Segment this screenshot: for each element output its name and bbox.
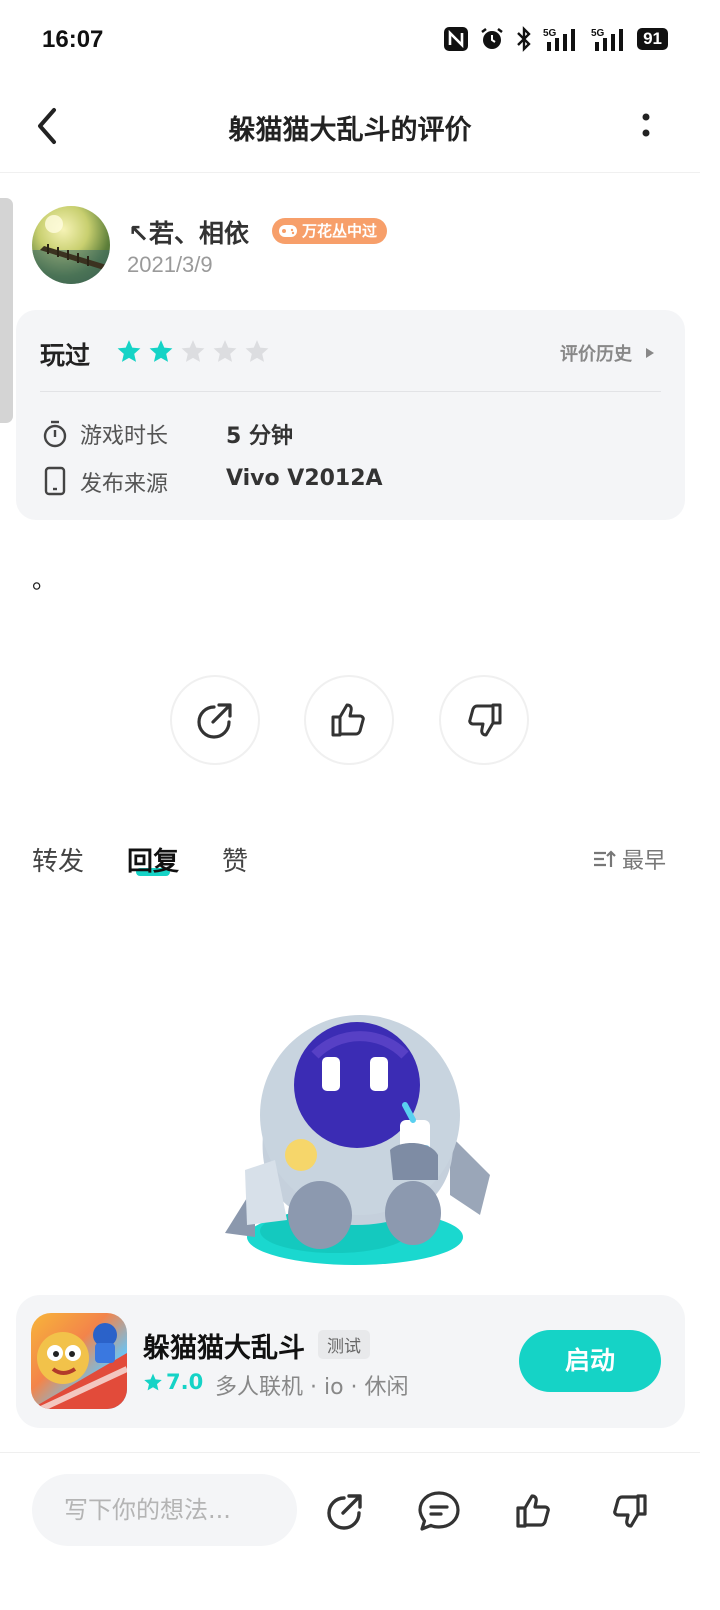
share-icon <box>327 1494 362 1530</box>
signal-5g-icon: 5G <box>543 28 576 51</box>
more-button[interactable] <box>632 108 660 144</box>
more-vertical-icon <box>642 113 650 137</box>
thumbs-down-icon <box>468 703 502 737</box>
phone-icon <box>42 466 68 500</box>
bottom-comment-button[interactable] <box>414 1486 464 1536</box>
star-empty-icon <box>181 340 205 362</box>
svg-text:5G: 5G <box>591 28 605 39</box>
bottom-dislike-button[interactable] <box>604 1486 654 1536</box>
launch-button[interactable]: 启动 <box>519 1330 661 1392</box>
star-rating <box>116 338 270 364</box>
bottom-divider <box>0 1452 700 1453</box>
bottom-like-button[interactable] <box>509 1486 559 1536</box>
triangle-right-icon <box>646 348 655 358</box>
status-icons: 5G 5G 91 <box>443 26 668 52</box>
sort-icon <box>594 850 616 867</box>
thumbs-down-icon <box>613 1494 647 1528</box>
nfc-icon <box>444 27 469 51</box>
game-name[interactable]: 躲猫猫大乱斗 <box>143 1326 305 1365</box>
sort-button[interactable]: 最早 <box>592 843 666 875</box>
tab-replies[interactable]: 回复 <box>127 841 179 878</box>
header-divider <box>0 172 700 173</box>
card-divider <box>40 391 661 392</box>
star-empty-icon <box>213 340 237 362</box>
played-label: 玩过 <box>40 341 91 370</box>
share-button[interactable] <box>170 675 260 765</box>
username[interactable]: ↖若、相依 <box>128 214 249 250</box>
dislike-button[interactable] <box>439 675 529 765</box>
signal-5g-icon-2: 5G <box>591 28 624 51</box>
playtime-label: 游戏时长 <box>80 424 169 449</box>
like-button[interactable] <box>304 675 394 765</box>
badge-label: 万花丛中过 <box>302 222 378 240</box>
tab-likes[interactable]: 赞 <box>222 841 248 878</box>
share-icon <box>197 703 232 739</box>
review-history-label: 评价历史 <box>560 344 632 365</box>
review-text: 。 <box>32 566 56 594</box>
svg-text:5G: 5G <box>543 28 557 39</box>
scroll-handle[interactable] <box>0 198 13 423</box>
game-icon-image[interactable] <box>31 1313 127 1409</box>
bottom-share-button[interactable] <box>320 1486 370 1536</box>
bluetooth-icon <box>517 26 531 52</box>
star-icon <box>144 1373 162 1391</box>
game-score: 7.0 <box>143 1370 203 1394</box>
game-test-tag: 测试 <box>318 1330 370 1359</box>
empty-state-robot-illustration <box>215 1015 505 1274</box>
comment-input[interactable] <box>32 1474 297 1546</box>
review-history-link[interactable]: 评价历史 <box>560 340 656 366</box>
star-filled-icon <box>149 340 173 362</box>
thumbs-up-icon <box>516 1494 550 1528</box>
game-score-value: 7.0 <box>166 1370 204 1394</box>
avatar[interactable] <box>32 206 110 284</box>
sort-label: 最早 <box>622 849 667 874</box>
user-badge[interactable]: 万花丛中过 <box>272 218 388 244</box>
source-label: 发布来源 <box>80 472 169 497</box>
avatar-pier-image <box>32 215 110 284</box>
tab-forward[interactable]: 转发 <box>32 841 84 878</box>
game-genre: 多人联机 · io · 休闲 <box>215 1375 409 1400</box>
gamepad-icon <box>278 222 298 248</box>
thumbs-up-icon <box>331 703 365 737</box>
timer-icon <box>42 419 68 453</box>
post-date: 2021/3/9 <box>127 252 213 277</box>
star-filled-icon <box>117 340 141 362</box>
status-time: 16:07 <box>42 26 104 53</box>
star-empty-icon <box>245 340 269 362</box>
source-value: Vivo V2012A <box>226 466 383 491</box>
alarm-icon <box>481 28 503 49</box>
page-title: 躲猫猫大乱斗的评价 <box>228 115 472 146</box>
comment-icon <box>418 1491 460 1531</box>
playtime-value: 5 分钟 <box>226 424 293 449</box>
battery-indicator: 91 <box>637 28 668 50</box>
